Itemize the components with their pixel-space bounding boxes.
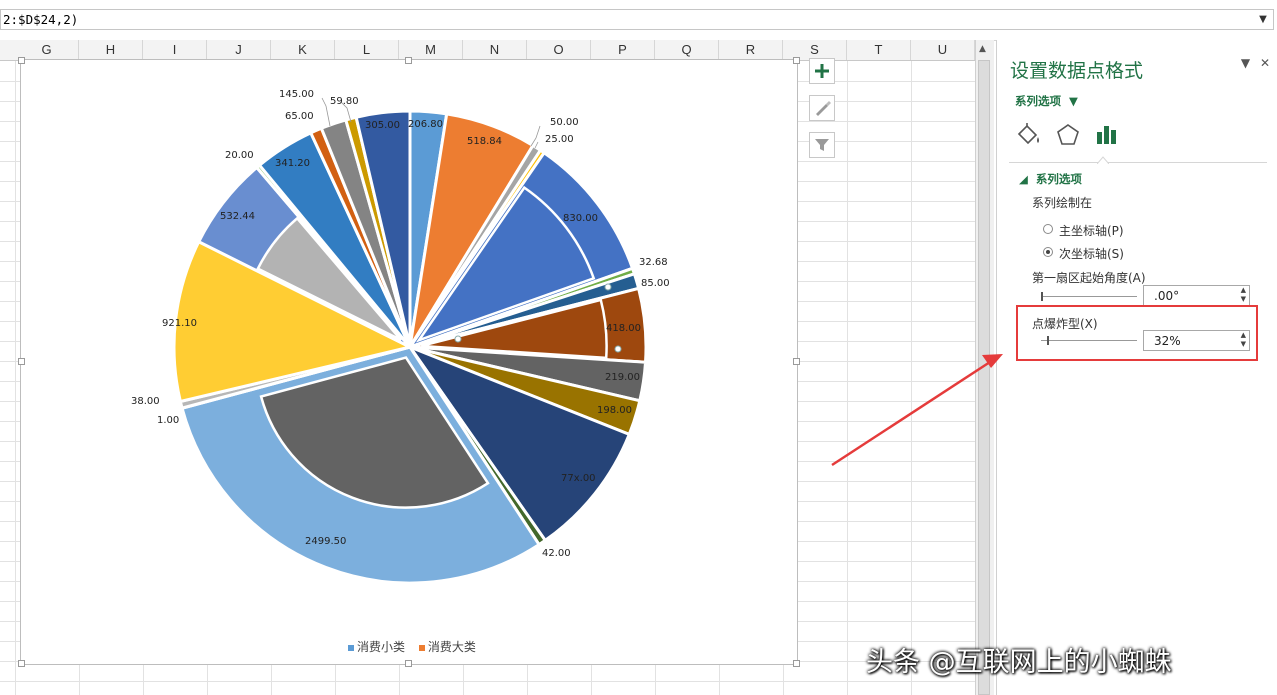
watermark: 头条 @互联网上的小蜘蛛 <box>866 647 1172 678</box>
annotation-arrow <box>831 354 1003 467</box>
